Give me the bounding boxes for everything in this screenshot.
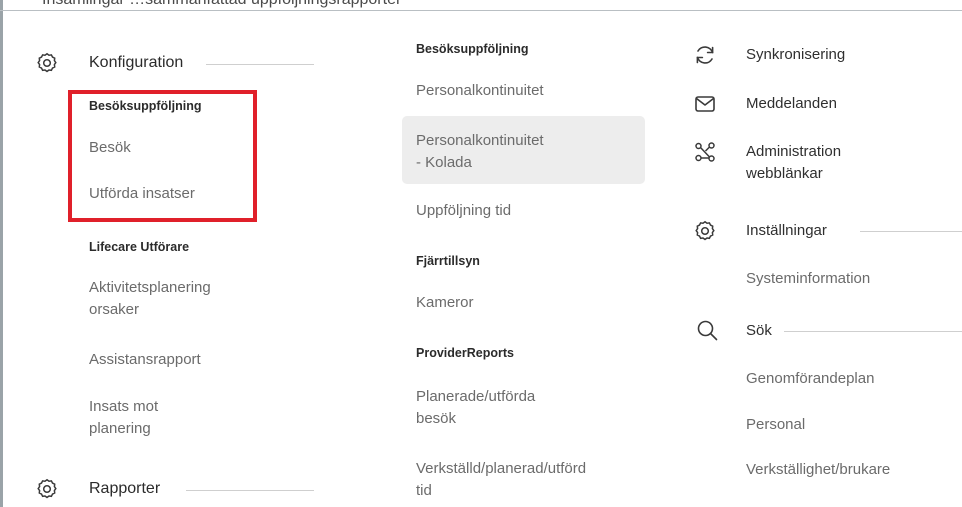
menu-item-label-line1: Verkställd/planerad/utförd <box>416 460 587 477</box>
highlight-box <box>68 90 257 222</box>
menu-item-meddelanden[interactable]: Meddelanden <box>746 93 837 115</box>
divider <box>206 64 314 65</box>
envelope-icon <box>693 92 717 116</box>
menu-item-personal[interactable]: Personal <box>746 414 805 436</box>
menu-item-label-line2: - Kolada <box>416 154 472 171</box>
menu-item-personalkontinuitet-kolada[interactable]: Personalkontinuitet - Kolada <box>416 130 544 174</box>
search-icon <box>695 318 719 342</box>
menu-item-systeminformation[interactable]: Systeminformation <box>746 268 870 290</box>
section-title-sok[interactable]: Sök <box>746 320 772 342</box>
group-head-lifecare-utforare: Lifecare Utförare <box>89 240 190 254</box>
group-head-besoksuppfoljning: Besöksuppföljning <box>416 42 529 56</box>
gear-icon <box>35 51 59 75</box>
menu-item-label-line2: webblänkar <box>746 165 823 182</box>
divider <box>860 231 962 232</box>
menu-item-uppfoljning-tid[interactable]: Uppföljning tid <box>416 200 511 222</box>
menu-item-label-line2: tid <box>416 482 432 499</box>
menu-item-insats-mot-planering[interactable]: Insats mot planering <box>89 396 158 440</box>
sync-icon <box>693 43 717 67</box>
menu-item-genomforandeplan[interactable]: Genomförandeplan <box>746 368 874 390</box>
gear-icon <box>693 219 717 243</box>
group-head-providerreports: ProviderReports <box>416 346 514 360</box>
truncated-top-text: Insamlingar …sammanfattad uppföljningsra… <box>0 0 962 14</box>
menu-item-label-line1: Administration <box>746 143 842 160</box>
menu-item-label-line2: orsaker <box>89 301 140 318</box>
window-border-left <box>0 0 3 507</box>
menu-item-label-line1: Insats mot <box>89 398 159 415</box>
section-title-rapporter[interactable]: Rapporter <box>89 480 160 498</box>
menu-item-personalkontinuitet[interactable]: Personalkontinuitet <box>416 80 544 102</box>
group-head-fjarrtillsyn: Fjärrtillsyn <box>416 254 480 268</box>
menu-item-verkstallighet-brukare[interactable]: Verkställighet/brukare <box>746 459 890 481</box>
divider <box>186 490 314 491</box>
menu-item-label-line2: planering <box>89 420 151 437</box>
section-title-konfiguration[interactable]: Konfiguration <box>89 54 183 72</box>
menu-item-verkstalld-planerad-utford-tid[interactable]: Verkställd/planerad/utförd tid <box>416 458 586 502</box>
menu-item-kameror[interactable]: Kameror <box>416 292 474 314</box>
menu-item-synkronisering[interactable]: Synkronisering <box>746 44 845 66</box>
menu-item-aktivitetsplanering[interactable]: Aktivitetsplanering orsaker <box>89 277 211 321</box>
menu-item-label-line1: Personalkontinuitet <box>416 132 544 149</box>
network-icon <box>693 140 717 164</box>
menu-item-assistansrapport[interactable]: Assistansrapport <box>89 349 201 371</box>
section-title-installningar[interactable]: Inställningar <box>746 220 827 242</box>
menu-item-administration-webblankar[interactable]: Administration webblänkar <box>746 141 841 185</box>
menu-item-label-line1: Planerade/utförda <box>416 388 536 405</box>
menu-item-label-line2: besök <box>416 410 457 427</box>
gear-icon <box>35 477 59 501</box>
menu-item-planerade-utforda-besok[interactable]: Planerade/utförda besök <box>416 386 535 430</box>
menu-item-label-line1: Aktivitetsplanering <box>89 279 211 296</box>
divider <box>784 331 962 332</box>
